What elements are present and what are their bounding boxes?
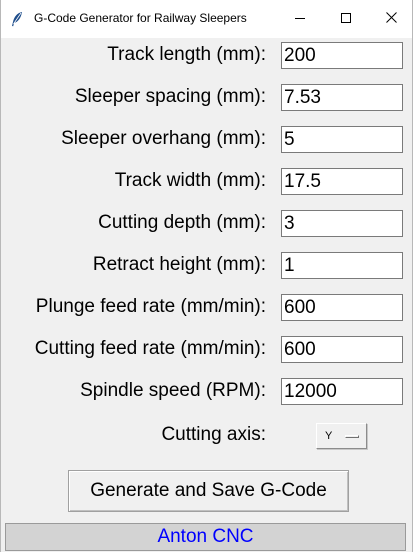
cutting-feed-rate-input[interactable] xyxy=(281,336,403,363)
minimize-button[interactable] xyxy=(277,0,323,38)
minimize-icon xyxy=(295,10,305,28)
title-bar[interactable]: G-Code Generator for Railway Sleepers xyxy=(1,0,412,38)
close-button[interactable] xyxy=(368,0,413,38)
spindle-speed-input[interactable] xyxy=(281,378,403,405)
close-icon xyxy=(385,10,397,28)
plunge-feed-rate-label: Plunge feed rate (mm/min): xyxy=(35,296,266,317)
sleeper-spacing-label: Sleeper spacing (mm): xyxy=(74,86,266,107)
footer-bar: Anton CNC xyxy=(5,523,406,551)
generate-save-gcode-button[interactable]: Generate and Save G-Code xyxy=(68,470,349,512)
track-length-input[interactable] xyxy=(281,42,403,69)
retract-height-label: Retract height (mm): xyxy=(92,254,266,275)
footer-text: Anton CNC xyxy=(157,526,254,547)
dropdown-indicator-icon xyxy=(345,435,359,438)
maximize-icon xyxy=(341,10,351,28)
track-width-input[interactable] xyxy=(281,168,403,195)
maximize-button[interactable] xyxy=(323,0,369,38)
retract-height-input[interactable] xyxy=(281,252,403,279)
spindle-speed-label: Spindle speed (RPM): xyxy=(80,380,266,401)
cutting-axis-value: Y xyxy=(325,430,333,442)
track-width-label: Track width (mm): xyxy=(114,170,266,191)
sleeper-spacing-input[interactable] xyxy=(281,84,403,111)
cutting-feed-rate-label: Cutting feed rate (mm/min): xyxy=(34,338,266,359)
plunge-feed-rate-input[interactable] xyxy=(281,294,403,321)
cutting-axis-dropdown[interactable]: Y xyxy=(316,423,367,449)
track-length-label: Track length (mm): xyxy=(107,44,266,65)
cutting-axis-label: Cutting axis: xyxy=(161,424,266,445)
sleeper-overhang-label: Sleeper overhang (mm): xyxy=(61,128,266,149)
app-window: G-Code Generator for Railway Sleepers Tr… xyxy=(0,0,413,552)
cutting-depth-label: Cutting depth (mm): xyxy=(98,212,266,233)
window-title: G-Code Generator for Railway Sleepers xyxy=(34,11,247,25)
feather-icon xyxy=(10,11,24,27)
sleeper-overhang-input[interactable] xyxy=(281,126,403,153)
cutting-depth-input[interactable] xyxy=(281,210,403,237)
